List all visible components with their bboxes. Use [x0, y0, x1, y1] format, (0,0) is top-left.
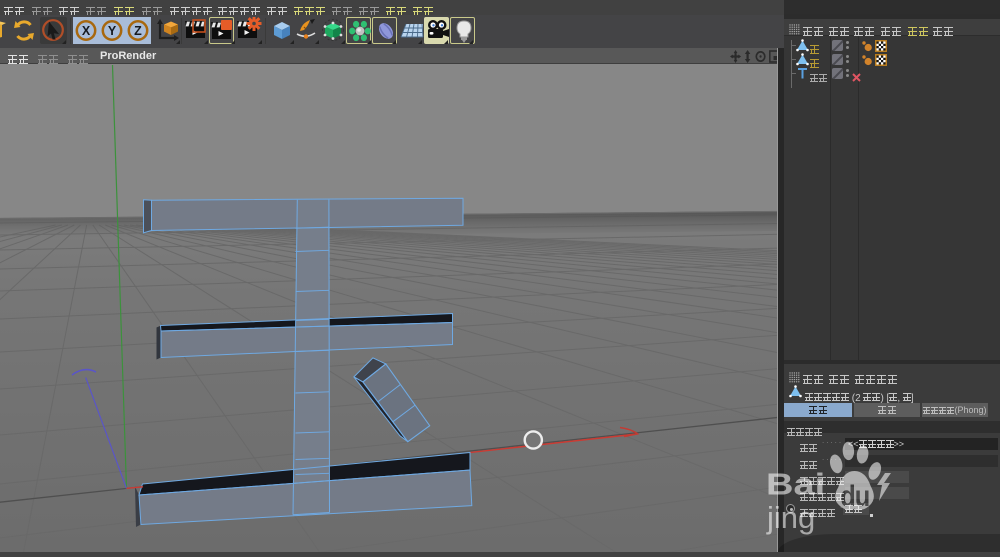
svg-text:Y: Y: [108, 24, 117, 38]
svg-text:X: X: [82, 24, 91, 38]
svg-text:Z: Z: [135, 24, 143, 38]
